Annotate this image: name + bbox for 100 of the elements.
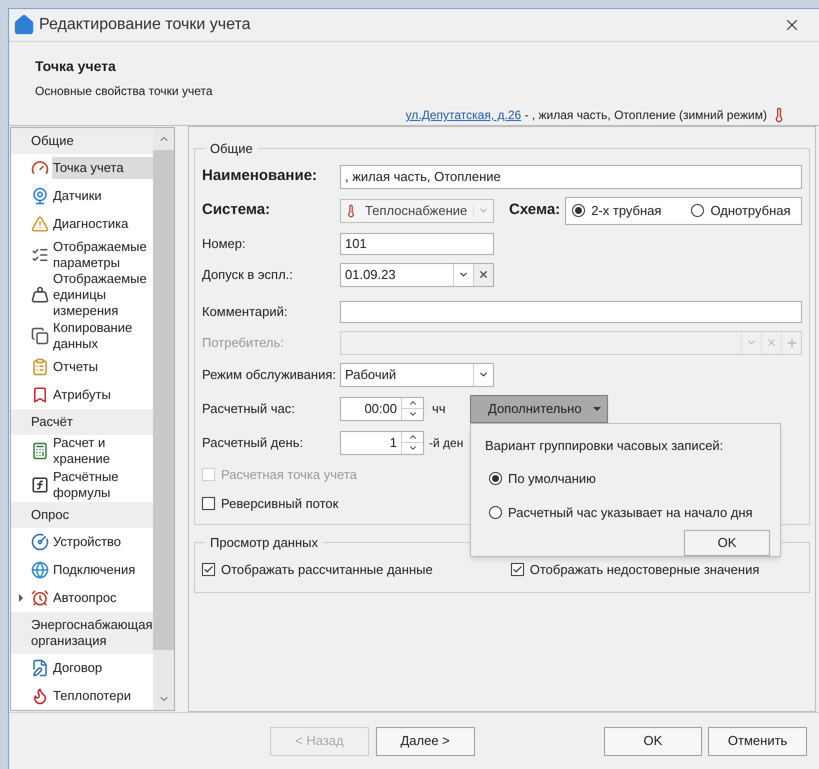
radio-label: По умолчанию bbox=[508, 470, 596, 488]
comment-field[interactable] bbox=[340, 300, 802, 322]
field-label: Расчетный день: bbox=[202, 434, 304, 452]
weight-icon bbox=[31, 286, 49, 304]
webcam-icon bbox=[31, 187, 49, 205]
sidebar-group: Энергоснабжающая организация bbox=[11, 612, 153, 654]
checkbox-label: Расчетная точка учета bbox=[221, 466, 357, 484]
sidebar-group: Общие bbox=[11, 128, 153, 154]
copy-icon bbox=[31, 326, 49, 345]
sidebar-item-label: Атрибуты bbox=[52, 386, 112, 404]
sidebar-item[interactable]: Договор bbox=[11, 654, 153, 682]
date-field[interactable]: 01.09.23 bbox=[340, 262, 494, 286]
spin-field[interactable]: 1 bbox=[340, 430, 424, 454]
service-mode-dropdown[interactable]: Рабочий bbox=[340, 362, 494, 386]
sidebar-item[interactable]: Отчеты bbox=[11, 352, 153, 381]
clipboard-icon bbox=[31, 358, 49, 376]
sidebar-item-label: Отображаемые параметры bbox=[52, 238, 148, 272]
scrollbar[interactable] bbox=[153, 128, 174, 710]
sidebar-item[interactable]: Датчики bbox=[11, 182, 153, 210]
warning-icon bbox=[31, 215, 49, 233]
group-title: Просмотр данных bbox=[209, 534, 319, 552]
caret-icon bbox=[593, 406, 601, 410]
field-label: Режим обслуживания: bbox=[202, 366, 337, 384]
checkbox[interactable] bbox=[202, 497, 215, 510]
sidebar-item-label: Расчётные формулы bbox=[52, 468, 120, 502]
radio-label: Расчетный час указывает на начало дня bbox=[508, 504, 753, 522]
sidebar-item-label: Копирование данных bbox=[52, 318, 134, 353]
sidebar-item[interactable]: Атрибуты bbox=[11, 380, 153, 409]
system-dropdown[interactable]: Теплоснабжение bbox=[340, 198, 494, 222]
sidebar-item[interactable]: Отображаемые единицы измерения bbox=[11, 272, 153, 319]
sidebar-item-label: Диагностика bbox=[52, 215, 130, 233]
checkbox-label: Отображать недостоверные значения bbox=[530, 561, 760, 579]
radio-button[interactable] bbox=[489, 472, 502, 486]
clear-icon[interactable] bbox=[478, 269, 489, 280]
field-label: Наименование: bbox=[202, 166, 318, 186]
ok-button[interactable]: OK bbox=[684, 530, 770, 556]
expand-arrow-icon[interactable] bbox=[19, 594, 23, 602]
unit-label: -й ден bbox=[429, 434, 464, 452]
sidebar-item-label: Договор bbox=[52, 659, 104, 678]
sidebar-item-label: Отображаемые единицы измерения bbox=[52, 270, 148, 320]
sidebar-item[interactable]: Автоопрос bbox=[11, 584, 153, 612]
document-pen-icon bbox=[31, 659, 49, 678]
sidebar-item[interactable]: Подключения bbox=[11, 556, 153, 584]
radio-label: Однотрубная bbox=[710, 202, 791, 220]
function-icon bbox=[31, 476, 49, 494]
sidebar-item-label: Датчики bbox=[52, 187, 103, 205]
sidebar-item[interactable]: Расчет и хранение bbox=[11, 434, 153, 468]
field-label: Потребитель: bbox=[202, 334, 285, 352]
field-label: Схема: bbox=[509, 200, 560, 220]
sidebar-item-label: Подключения bbox=[52, 561, 136, 580]
gauge-icon bbox=[31, 159, 49, 177]
flame-icon bbox=[31, 687, 49, 706]
sidebar-item-label: Расчет и хранение bbox=[52, 434, 112, 468]
footer-button[interactable]: Далее > bbox=[376, 726, 474, 756]
popup-title: Вариант группировки часовых записей: bbox=[485, 436, 724, 455]
window-title: Редактирование точки учета bbox=[39, 15, 250, 35]
field-label: Номер: bbox=[202, 234, 247, 253]
checkbox[interactable] bbox=[510, 563, 524, 576]
sidebar-item[interactable]: Расчётные формулы bbox=[11, 468, 153, 502]
point-description: - , жилая часть, Отопление (зимний режим) bbox=[524, 107, 767, 124]
house-icon bbox=[13, 14, 35, 36]
radio-button[interactable] bbox=[572, 204, 586, 217]
field-label: Расчетный час: bbox=[202, 400, 296, 418]
radio-button[interactable] bbox=[489, 506, 502, 519]
page-title: Точка учета bbox=[35, 57, 117, 76]
checkbox-label: Реверсивный поток bbox=[221, 495, 338, 513]
radio-label: 2-х трубная bbox=[591, 202, 662, 220]
gauge-icon bbox=[31, 533, 49, 552]
alarm-clock-icon bbox=[31, 589, 49, 608]
sidebar-item[interactable]: Копирование данных bbox=[11, 318, 153, 353]
bookmark-icon bbox=[31, 386, 49, 404]
sidebar-item[interactable]: Точка учета bbox=[11, 154, 153, 182]
more-button[interactable]: Дополнительно bbox=[470, 394, 608, 422]
sidebar-item[interactable]: Теплопотери bbox=[11, 682, 153, 710]
calculator-icon bbox=[31, 442, 49, 460]
field-value: 00:00 bbox=[363, 400, 398, 418]
number-field[interactable]: 101 bbox=[340, 232, 494, 254]
sidebar-item[interactable]: Устройство bbox=[11, 528, 153, 556]
sidebar-item-label: Отчеты bbox=[52, 358, 99, 376]
address-link[interactable]: ул.Депутатская, д.26 bbox=[406, 106, 522, 124]
sidebar-item-label: Автоопрос bbox=[52, 589, 118, 608]
globe-icon bbox=[31, 561, 49, 580]
field-label: Комментарий: bbox=[202, 302, 288, 321]
sidebar-item[interactable]: Отображаемые параметры bbox=[11, 238, 153, 272]
sidebar-group: Опрос bbox=[11, 502, 153, 528]
checkbox[interactable] bbox=[202, 563, 215, 576]
name-field[interactable]: , жилая часть, Отопление bbox=[340, 164, 802, 188]
sidebar-item-label: Теплопотери bbox=[52, 687, 132, 706]
field-label: Система: bbox=[202, 200, 272, 220]
spin-field[interactable]: 00:00 bbox=[340, 396, 424, 420]
unit-label: чч bbox=[432, 400, 447, 418]
radio-button[interactable] bbox=[691, 204, 704, 217]
sidebar-item[interactable]: Диагностика bbox=[11, 210, 153, 238]
group-title: Общие bbox=[209, 140, 254, 158]
footer-button[interactable]: Отменить bbox=[708, 726, 807, 756]
checkbox-label: Отображать рассчитанные данные bbox=[221, 561, 433, 579]
sidebar-item-label: Устройство bbox=[52, 533, 122, 552]
sidebar-group: Расчёт bbox=[11, 408, 153, 435]
field-value: 1 bbox=[388, 434, 398, 452]
footer-button[interactable]: OK bbox=[604, 726, 702, 756]
